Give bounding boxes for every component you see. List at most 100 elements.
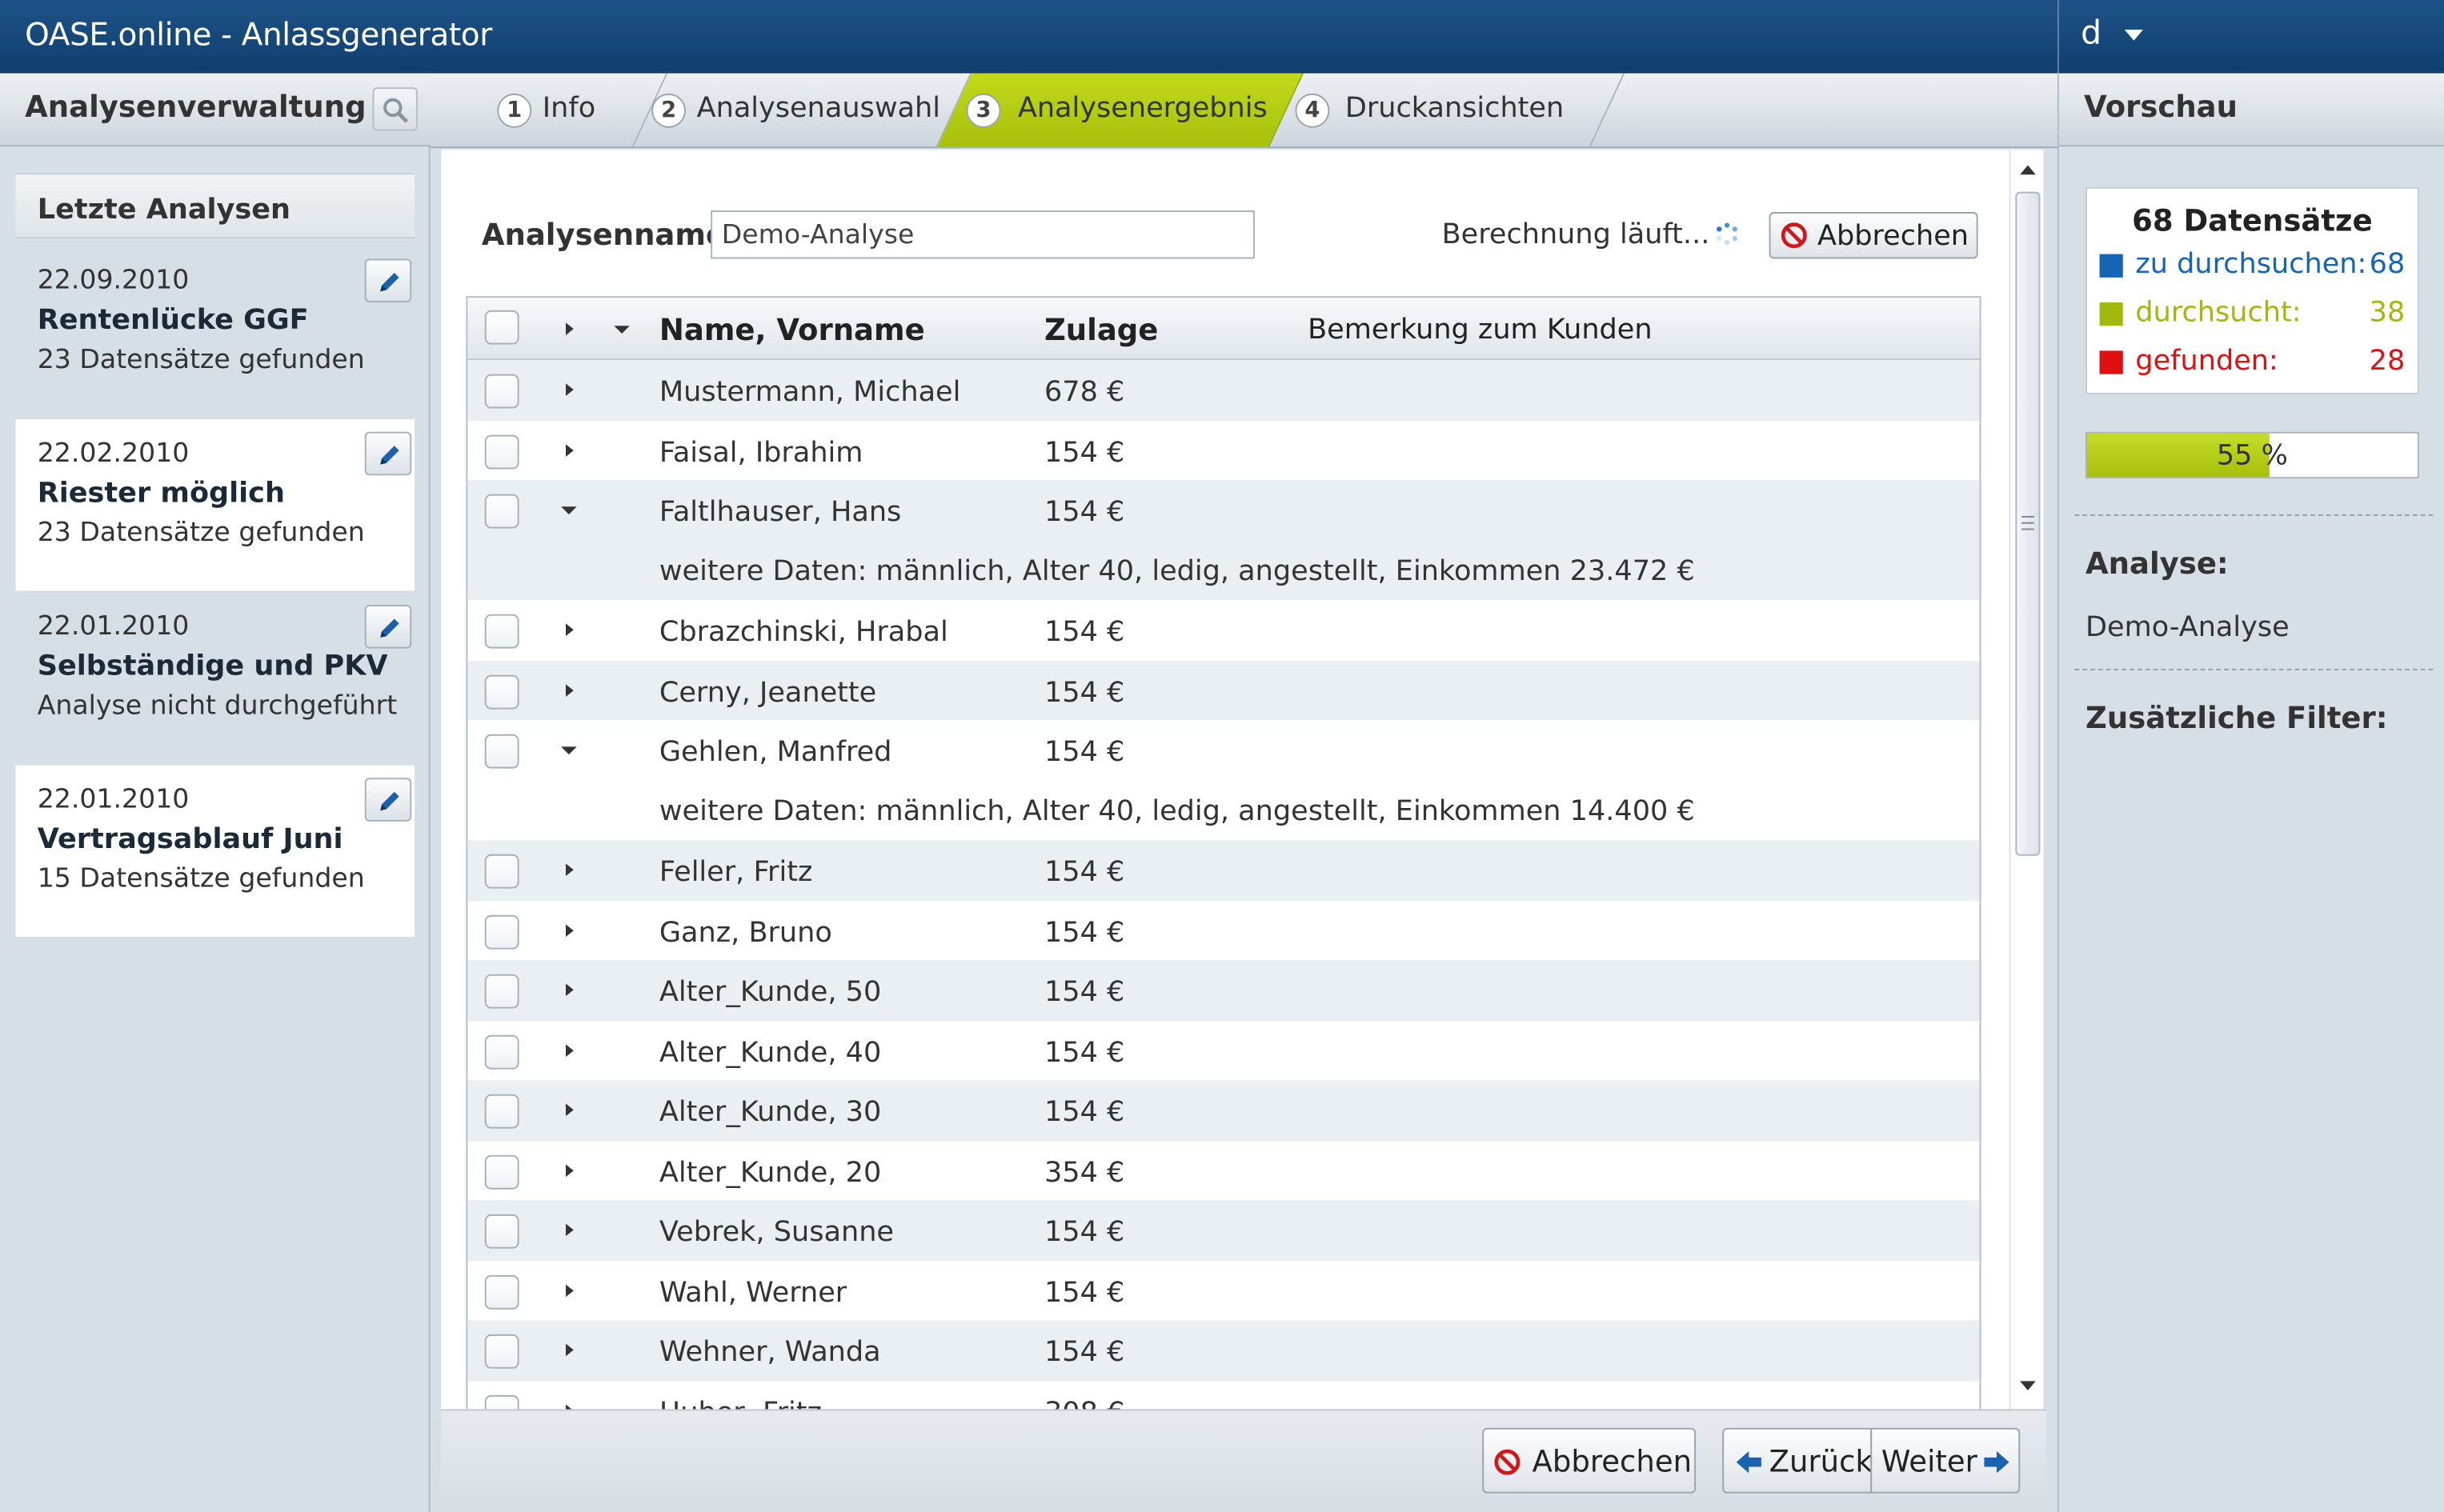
row-checkbox[interactable] <box>484 1394 519 1410</box>
table-row[interactable]: Cerny, Jeanette 154 € <box>467 660 1980 721</box>
cancel-calculation-button[interactable]: Abbrechen <box>1769 211 1978 259</box>
cell-zulage: 154 € <box>1044 1335 1125 1369</box>
expand-row-icon[interactable] <box>566 1343 574 1357</box>
select-all-checkbox[interactable] <box>484 310 519 345</box>
tab-druckansichten[interactable]: 4 Druckansichten <box>1268 73 1625 147</box>
table-row[interactable]: Cbrazchinski, Hrabal 154 € <box>467 600 1979 660</box>
row-checkbox[interactable] <box>484 494 519 529</box>
table-row[interactable]: Alter_Kunde, 40 154 € <box>467 1020 1979 1080</box>
expand-row-icon[interactable] <box>566 923 574 937</box>
left-panel-header: Analysenverwaltung <box>0 73 431 147</box>
table-row[interactable]: Gehlen, Manfred 154 € weitere Daten: männl… <box>467 720 1979 840</box>
preview-panel: Vorschau 68 Datensätze zu durchsuchen: 68… <box>2057 73 2444 1512</box>
edit-analysis-button[interactable] <box>364 258 412 303</box>
cell-zulage: 154 € <box>1044 975 1125 1009</box>
collapse-row-icon[interactable] <box>561 506 577 515</box>
tab-analysenauswahl[interactable]: 2 Analysenauswahl <box>632 73 972 147</box>
table-row[interactable]: Mustermann, Michael 678 € <box>467 360 1980 421</box>
expand-row-icon[interactable] <box>566 1403 574 1410</box>
row-checkbox[interactable] <box>484 374 519 409</box>
row-checkbox[interactable] <box>484 1034 519 1069</box>
row-checkbox[interactable] <box>484 1334 519 1369</box>
user-name: d <box>2081 14 2102 52</box>
cell-name: Alter_Kunde, 30 <box>659 1095 882 1129</box>
table-row[interactable]: Alter_Kunde, 30 154 € <box>467 1080 1980 1141</box>
edit-analysis-button[interactable] <box>364 431 412 476</box>
tab-info[interactable]: 1 Info <box>484 73 668 147</box>
column-header-zulage[interactable]: Zulage <box>1044 314 1158 348</box>
analysis-name-input[interactable] <box>711 210 1255 259</box>
edit-analysis-button[interactable] <box>364 778 412 822</box>
cancel-button[interactable]: Abbrechen <box>1482 1427 1697 1494</box>
pencil-icon <box>380 446 399 465</box>
expand-row-icon[interactable] <box>566 1103 574 1117</box>
vertical-scrollbar[interactable] <box>2009 150 2044 1410</box>
search-button[interactable] <box>372 87 418 131</box>
next-button-label: Weiter <box>1881 1445 1977 1480</box>
collapse-row-icon[interactable] <box>561 746 577 755</box>
table-row[interactable]: Wahl, Werner 154 € <box>467 1260 1979 1320</box>
row-checkbox[interactable] <box>484 614 519 649</box>
step-number-badge: 3 <box>966 93 1001 128</box>
next-button[interactable]: Weiter <box>1870 1427 2021 1494</box>
pencil-icon <box>380 618 399 638</box>
expand-row-icon[interactable] <box>566 863 574 877</box>
table-row[interactable]: Alter_Kunde, 20 354 € <box>467 1140 1979 1200</box>
back-button[interactable]: Zurück <box>1722 1427 1873 1494</box>
analysis-item[interactable]: 22.09.2010 Rentenlücke GGF 23 Datensätze g… <box>15 246 415 418</box>
sort-desc-icon[interactable] <box>614 326 630 334</box>
scroll-down-icon[interactable] <box>2020 1381 2036 1391</box>
analysis-date: 22.01.2010 <box>37 610 190 642</box>
step-number-badge: 1 <box>497 93 532 128</box>
scroll-thumb[interactable] <box>2015 191 2041 856</box>
user-menu[interactable]: d <box>2057 0 2444 74</box>
expand-row-icon[interactable] <box>566 1043 574 1057</box>
cell-zulage: 308 € <box>1044 1396 1124 1410</box>
row-checkbox[interactable] <box>484 1274 519 1309</box>
analysis-item[interactable]: 22.01.2010 Vertragsablauf Juni 15 Datensät… <box>15 765 415 938</box>
record-count-title: 68 Datensätze <box>2132 204 2373 239</box>
expand-row-icon[interactable] <box>566 623 574 636</box>
analysis-item[interactable]: 22.02.2010 Riester möglich 23 Datensätze g… <box>15 419 415 591</box>
row-checkbox[interactable] <box>484 914 519 949</box>
row-checkbox[interactable] <box>484 854 519 889</box>
expand-row-icon[interactable] <box>566 683 574 697</box>
edit-analysis-button[interactable] <box>364 605 412 649</box>
expand-row-icon[interactable] <box>566 443 574 456</box>
table-row[interactable]: Alter_Kunde, 50 154 € <box>467 960 1980 1021</box>
analysis-item[interactable]: 22.01.2010 Selbständige und PKV Analyse ni… <box>15 592 415 763</box>
stat-label: zu durchsuchen: <box>2135 247 2367 281</box>
row-checkbox[interactable] <box>484 434 519 469</box>
scroll-up-icon[interactable] <box>2020 165 2036 175</box>
row-checkbox[interactable] <box>484 974 519 1009</box>
table-row[interactable]: Wehner, Wanda 154 € <box>467 1320 1980 1381</box>
analysis-status: 23 Datensätze gefunden <box>37 344 365 376</box>
expand-row-icon[interactable] <box>566 1163 574 1177</box>
row-checkbox[interactable] <box>484 734 519 769</box>
column-header-name[interactable]: Name, Vorname <box>659 314 925 348</box>
table-row[interactable]: Ganz, Bruno 154 € <box>467 900 1979 960</box>
table-row[interactable]: Huber, Fritz 308 € <box>467 1380 1979 1410</box>
tab-analysenergebnis[interactable]: 3 Analysenergebnis <box>936 73 1304 147</box>
cell-name: Gehlen, Manfred <box>659 735 892 769</box>
analysis-status: Analyse nicht durchgeführt <box>37 690 398 722</box>
expand-row-icon[interactable] <box>566 1283 574 1297</box>
row-checkbox[interactable] <box>484 1214 519 1249</box>
analysis-date: 22.02.2010 <box>37 438 190 470</box>
progress-bar: 55 % <box>2085 431 2419 479</box>
row-checkbox[interactable] <box>484 674 519 709</box>
table-row[interactable]: Faisal, Ibrahim 154 € <box>467 420 1979 480</box>
table-row[interactable]: Vebrek, Susanne 154 € <box>467 1200 1980 1261</box>
stop-icon <box>1494 1449 1520 1475</box>
expand-all-icon[interactable] <box>566 322 574 335</box>
cell-name: Mustermann, Michael <box>659 375 961 409</box>
expand-row-icon[interactable] <box>566 983 574 997</box>
column-header-remark[interactable]: Bemerkung zum Kunden <box>1308 314 1652 346</box>
expand-row-icon[interactable] <box>566 1223 574 1237</box>
row-checkbox[interactable] <box>484 1154 519 1189</box>
table-row[interactable]: Feller, Fritz 154 € <box>467 840 1980 901</box>
expand-row-icon[interactable] <box>566 383 574 396</box>
table-row[interactable]: Faltlhauser, Hans 154 € weitere Daten: män… <box>467 480 1980 601</box>
row-checkbox[interactable] <box>484 1094 519 1129</box>
cell-name: Alter_Kunde, 20 <box>659 1155 882 1189</box>
